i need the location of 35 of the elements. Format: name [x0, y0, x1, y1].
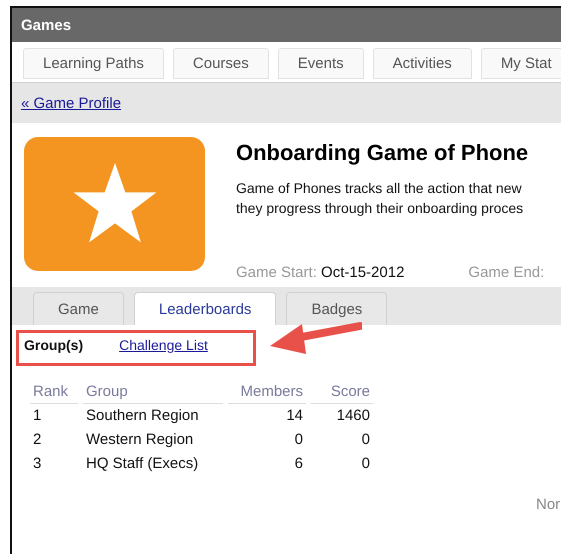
table-cell-text: 0	[294, 430, 304, 450]
table-cell-text: 1460	[336, 406, 371, 426]
back-link[interactable]: « Game Profile	[21, 94, 122, 112]
table-cell-text: 0	[360, 454, 371, 474]
nav-tab[interactable]: Learning Paths	[23, 48, 164, 79]
table-cell-text: 2	[32, 430, 42, 450]
nav-tab[interactable]: Events	[278, 48, 364, 79]
footer-text: Nor	[536, 496, 560, 513]
nav-tab[interactable]: Activities	[372, 48, 472, 79]
sub-tab[interactable]: Badges	[286, 292, 388, 325]
table-cell-text: 14	[285, 406, 304, 426]
table-cell-text: 3	[32, 454, 42, 474]
end-label: Game End:	[468, 264, 544, 281]
column-header: Members	[228, 381, 306, 404]
table-cell-text: 0	[360, 430, 371, 450]
table-cell-text: HQ Staff (Execs)	[85, 454, 200, 474]
view-link[interactable]: Challenge List	[119, 337, 208, 353]
table-cell-text: 6	[294, 454, 304, 474]
nav-tab[interactable]: My Stat	[480, 48, 561, 79]
view-label: Group(s)	[24, 337, 84, 353]
start-date: Oct-15-2012	[321, 264, 404, 281]
table-cell-text: 1	[32, 406, 42, 426]
window-title: Games	[21, 16, 72, 34]
table-cell-text: Southern Region	[85, 406, 200, 426]
start-label: Game Start:	[236, 264, 317, 281]
description-line: Game of Phones tracks all the action that new	[236, 179, 523, 198]
column-header: Group	[83, 381, 223, 404]
sub-tab[interactable]: Leaderboards	[134, 292, 276, 325]
game-title: Onboarding Game of Phone	[236, 140, 530, 166]
sub-tab[interactable]: Game	[33, 292, 124, 325]
description-line: they progress through their onboarding proces	[236, 199, 524, 218]
column-header: Score	[311, 381, 373, 404]
column-header: Rank	[30, 381, 78, 404]
table-cell-text: Western Region	[85, 430, 194, 450]
nav-tab[interactable]: Courses	[172, 48, 269, 79]
